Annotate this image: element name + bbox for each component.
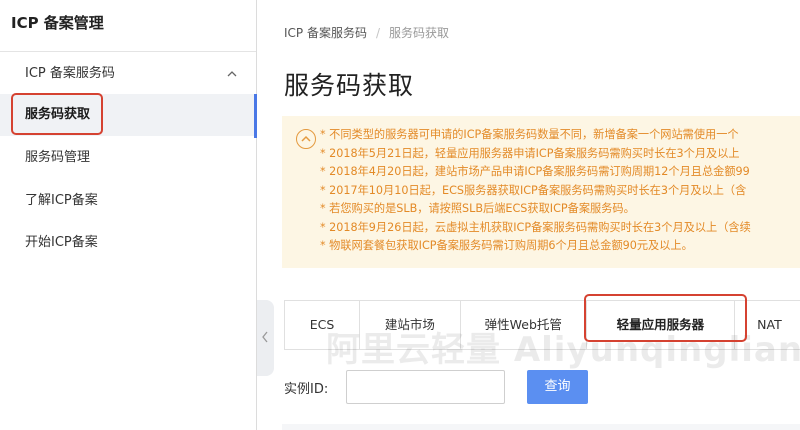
notice-line: * 2018年5月21日起，轻量应用服务器申请ICP备案服务码需购买时长在3个月… xyxy=(320,146,740,160)
sidebar-item-label: 服务码管理 xyxy=(25,150,91,165)
notice-line: * 2018年9月26日起，云虚拟主机获取ICP备案服务码需购买时长在3个月及以… xyxy=(320,220,751,234)
instance-id-input[interactable] xyxy=(346,370,505,404)
page-title: 服务码获取 xyxy=(284,71,415,100)
breadcrumb-separator: / xyxy=(375,26,381,40)
sidebar-item-start-icp[interactable]: 开始ICP备案 xyxy=(0,222,256,264)
notice-line: * 若您购买的是SLB，请按照SLB后端ECS获取ICP备案服务码。 xyxy=(320,202,635,215)
notice-line: * 2017年10月10日起，ECS服务器获取ICP备案服务码需购买时长在3个月… xyxy=(320,183,747,197)
sidebar-item-label: 开始ICP备案 xyxy=(25,235,98,250)
sidebar-item-label: 了解ICP备案 xyxy=(25,193,98,208)
collapse-up-icon[interactable] xyxy=(296,129,316,149)
sidebar-group-label: ICP 备案服务码 xyxy=(25,66,115,81)
breadcrumb-root[interactable]: ICP 备案服务码 xyxy=(284,26,367,40)
query-button[interactable]: 查询 xyxy=(527,370,588,404)
instance-id-label: 实例ID: xyxy=(284,382,329,397)
breadcrumb-current: 服务码获取 xyxy=(389,26,450,40)
notice-panel: * 不同类型的服务器可申请的ICP备案服务码数量不同，新增备案一个网站需使用一个… xyxy=(282,116,800,268)
chevron-up-icon xyxy=(227,71,237,77)
sidebar-title: ICP 备案管理 xyxy=(0,0,256,52)
sidebar-item-manage-service-code[interactable]: 服务码管理 xyxy=(0,137,256,179)
notice-line: * 物联网套餐包获取ICP备案服务码需订购周期6个月且总金额90元及以上。 xyxy=(320,239,693,252)
sidebar-group-icp-service-code[interactable]: ICP 备案服务码 xyxy=(0,52,256,96)
breadcrumb: ICP 备案服务码 / 服务码获取 xyxy=(284,24,449,41)
highlight-box-tab xyxy=(584,294,747,342)
notice-line: * 2018年4月20日起，建站市场产品申请ICP备案服务码需订购周期12个月且… xyxy=(320,165,750,178)
highlight-box-sidebar xyxy=(11,93,103,135)
notice-line: * 不同类型的服务器可申请的ICP备案服务码数量不同，新增备案一个网站需使用一个 xyxy=(320,128,739,141)
main-content: ICP 备案服务码 / 服务码获取 服务码获取 * 不同类型的服务器可申请的ICP备… xyxy=(258,0,800,430)
active-indicator xyxy=(254,94,257,138)
sidebar-item-learn-icp[interactable]: 了解ICP备案 xyxy=(0,180,256,222)
results-area xyxy=(282,424,800,430)
sidebar: ICP 备案管理 ICP 备案服务码 服务码获取 服务码管理 了解ICP备案 开… xyxy=(0,0,257,430)
